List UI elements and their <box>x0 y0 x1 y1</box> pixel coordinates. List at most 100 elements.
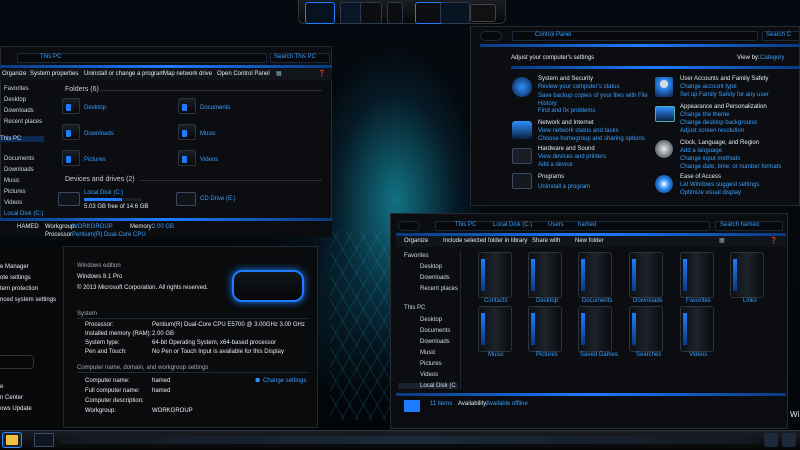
side-system-protection[interactable]: tem protection <box>0 286 38 292</box>
nav-downloads[interactable]: Downloads <box>4 108 34 114</box>
contacts-folder-icon[interactable] <box>478 252 512 298</box>
pictures-folder-icon[interactable] <box>62 150 80 166</box>
item-music[interactable]: Music <box>488 352 504 358</box>
cp-add-device[interactable]: Add a device <box>538 162 573 168</box>
desktop-folder-icon[interactable] <box>62 98 80 114</box>
ue-nav-local-disk[interactable]: Local Disk (C <box>398 383 458 389</box>
hardware-sound-icon[interactable] <box>512 148 532 164</box>
cp-suggest-settings[interactable]: Let Windows suggest settings <box>680 182 759 188</box>
drive-c-name[interactable]: Local Disk (C:) <box>84 190 123 196</box>
cp-change-theme[interactable]: Change the theme <box>680 112 729 118</box>
cp-file-history[interactable]: Save backup copies of your files with Fi… <box>538 92 648 108</box>
help-icon[interactable]: ❓ <box>318 70 325 77</box>
cp-devices-printers[interactable]: View devices and printers <box>538 154 606 160</box>
crumb-local-disk[interactable]: Local Disk (C:) <box>493 222 532 228</box>
ue-nav-desktop[interactable]: Desktop <box>420 264 442 270</box>
downloads-folder-icon[interactable] <box>62 124 80 140</box>
folder-music[interactable]: Music <box>200 131 216 137</box>
nav-pictures[interactable]: Pictures <box>4 189 26 195</box>
ue-nav-pictures[interactable]: Pictures <box>420 361 442 367</box>
open-control-panel-button[interactable]: Open Control Panel <box>217 71 270 77</box>
tool-icon[interactable] <box>387 2 403 24</box>
change-settings-link[interactable]: Change settings <box>263 378 306 384</box>
item-desktop[interactable]: Desktop <box>536 298 558 304</box>
uninstall-button[interactable]: Uninstall or change a program <box>84 71 164 77</box>
item-searches[interactable]: Searches <box>636 352 661 358</box>
ue-back-button[interactable] <box>398 221 420 231</box>
item-saved-games[interactable]: Saved Games <box>580 352 618 358</box>
system-properties-button[interactable]: System properties <box>30 71 78 77</box>
cp-homegroup[interactable]: Choose homegroup and sharing options <box>538 136 645 142</box>
links-folder-icon[interactable] <box>730 252 764 298</box>
ue-view-icon[interactable]: ▦ <box>719 237 725 244</box>
crumb-users[interactable]: Users <box>548 222 564 228</box>
side-windows-update[interactable]: ows Update <box>0 406 32 412</box>
ue-organize-button[interactable]: Organize <box>404 238 428 244</box>
monitor-app-icon[interactable] <box>440 2 470 24</box>
cp-screen-resolution[interactable]: Adjust screen resolution <box>680 128 744 134</box>
nav-local-disk[interactable]: Local Disk (C:) <box>4 211 43 217</box>
appearance-icon[interactable] <box>655 106 675 122</box>
show-desktop-icon[interactable] <box>782 433 796 447</box>
documents-folder-icon[interactable] <box>178 98 196 114</box>
folder-desktop[interactable]: Desktop <box>84 105 106 111</box>
cp-network-status[interactable]: View network status and tasks <box>538 128 619 134</box>
cp-change-account[interactable]: Change account type <box>680 84 737 90</box>
ue-share-button[interactable]: Share with <box>532 238 560 244</box>
ue-new-folder-button[interactable]: New folder <box>575 238 604 244</box>
tray-icon[interactable] <box>764 433 778 447</box>
cp-find-fix[interactable]: Find and fix problems <box>538 108 595 114</box>
folder-downloads[interactable]: Downloads <box>84 131 114 137</box>
cp-system-security-title[interactable]: System and Security <box>538 76 593 82</box>
music-folder-icon[interactable] <box>478 306 512 352</box>
ue-nav-recent[interactable]: Recent places <box>420 286 458 292</box>
cp-appearance-title[interactable]: Appearance and Personalization <box>680 104 767 110</box>
item-contacts[interactable]: Contacts <box>484 298 508 304</box>
drive-e-name[interactable]: CD Drive (E:) <box>200 196 236 202</box>
cd-drive-icon[interactable] <box>176 192 196 206</box>
cp-ease-title[interactable]: Ease of Access <box>680 174 721 180</box>
ue-nav-downloads[interactable]: Downloads <box>420 275 450 281</box>
item-videos[interactable]: Videos <box>689 352 707 358</box>
ue-help-icon[interactable]: ❓ <box>770 237 777 244</box>
cp-hardware-title[interactable]: Hardware and Sound <box>538 146 595 152</box>
videos-folder-icon[interactable] <box>178 150 196 166</box>
hard-drive-icon[interactable] <box>58 192 80 206</box>
nav-videos[interactable]: Videos <box>4 200 22 206</box>
item-links[interactable]: Links <box>743 298 757 304</box>
ue-nav-desktop-2[interactable]: Desktop <box>420 317 442 323</box>
organize-button[interactable]: Organize <box>2 71 26 77</box>
ue-nav-videos[interactable]: Videos <box>420 372 438 378</box>
view-icon[interactable]: ▦ <box>276 70 282 77</box>
cp-uninstall[interactable]: Uninstall a program <box>538 184 590 190</box>
item-favorites[interactable]: Favorites <box>686 298 711 304</box>
ue-nav-downloads-2[interactable]: Downloads <box>420 339 450 345</box>
videos-folder-icon[interactable] <box>680 306 714 352</box>
downloads-folder-icon[interactable] <box>629 252 663 298</box>
programs-icon[interactable] <box>512 173 532 189</box>
item-documents[interactable]: Documents <box>582 298 612 304</box>
network-icon[interactable] <box>512 121 532 139</box>
cp-date-time[interactable]: Change date, time, or number formats <box>680 164 781 170</box>
nav-documents[interactable]: Documents <box>4 156 34 162</box>
nav-favorites[interactable]: Favorites <box>4 86 29 92</box>
cp-review-status[interactable]: Review your computer's status <box>538 84 620 90</box>
crumb-this-pc[interactable]: This PC <box>455 222 476 228</box>
nav-desktop[interactable]: Desktop <box>4 97 26 103</box>
cp-view-by-value[interactable]: Category <box>760 55 784 61</box>
ue-nav-music[interactable]: Music <box>420 350 436 356</box>
folder-videos[interactable]: Videos <box>200 157 218 163</box>
cp-input-methods[interactable]: Change input methods <box>680 156 740 162</box>
ease-of-access-icon[interactable] <box>655 175 673 193</box>
control-panel-taskbar-icon[interactable] <box>34 433 54 447</box>
crumb-hamed[interactable]: hamed <box>578 222 596 228</box>
ue-nav-documents[interactable]: Documents <box>420 328 450 334</box>
documents-folder-icon[interactable] <box>578 252 612 298</box>
monitor-app-icon[interactable] <box>305 2 335 24</box>
cp-desktop-background[interactable]: Change desktop background <box>680 120 757 126</box>
saved-games-folder-icon[interactable] <box>578 306 612 352</box>
side-device-manager[interactable]: e Manager <box>0 264 29 270</box>
system-security-icon[interactable] <box>512 77 532 97</box>
pictures-folder-icon[interactable] <box>528 306 562 352</box>
file-explorer-icon[interactable] <box>6 435 18 445</box>
